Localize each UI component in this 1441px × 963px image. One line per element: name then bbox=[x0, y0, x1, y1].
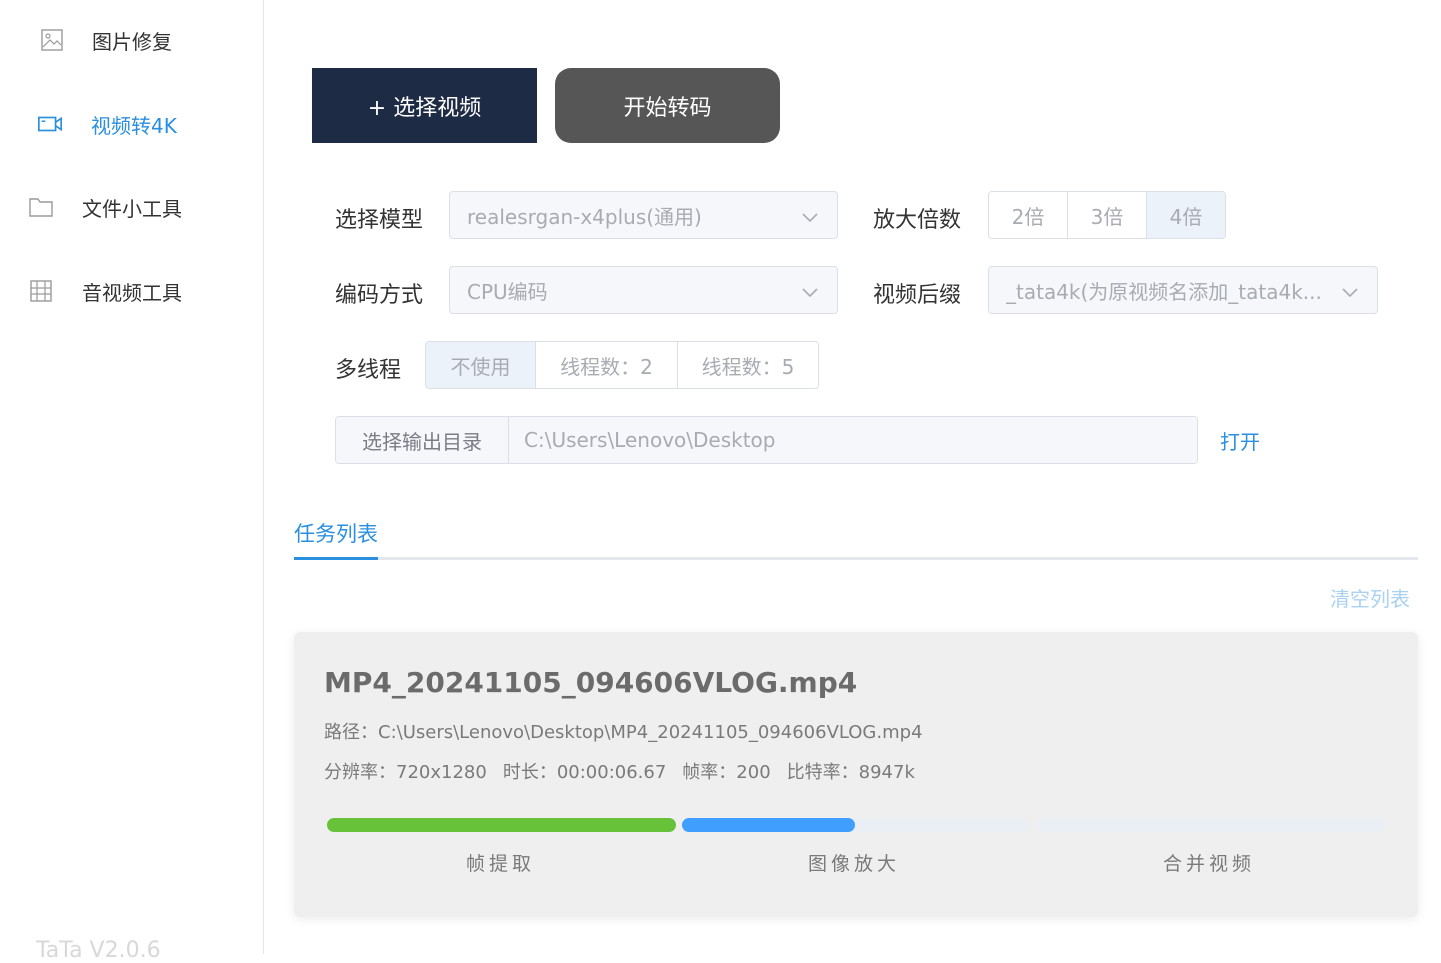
model-select[interactable]: realesrgan-x4plus(通用) bbox=[449, 191, 838, 239]
encoder-select-value: CPU编码 bbox=[467, 279, 548, 304]
model-label: 选择模型 bbox=[335, 208, 424, 233]
thread-option-5[interactable]: 线程数：5 bbox=[678, 342, 818, 388]
sidebar-item-label: 视频转4K bbox=[91, 113, 177, 138]
encoder-select[interactable]: CPU编码 bbox=[449, 266, 838, 314]
select-output-dir-button[interactable]: 选择输出目录 bbox=[336, 417, 509, 463]
progress-fill-upscale bbox=[682, 818, 855, 832]
sidebar-item-file-tools[interactable]: 文件小工具 bbox=[0, 187, 263, 227]
task-duration: 时长：00:00:06.67 bbox=[502, 762, 667, 783]
stage-label-merge: 合并视频 bbox=[1163, 853, 1256, 875]
suffix-select-value: _tata4k(为原视频名添加_tata4k... bbox=[1006, 279, 1321, 304]
progress-fill-extract bbox=[327, 818, 676, 832]
select-video-button[interactable]: + 选择视频 bbox=[312, 68, 537, 143]
task-fps: 帧率：200 bbox=[682, 762, 771, 783]
encoder-label: 编码方式 bbox=[335, 283, 424, 308]
model-select-value: realesrgan-x4plus(通用) bbox=[467, 204, 702, 229]
task-file-name: MP4_20241105_094606VLOG.mp4 bbox=[324, 666, 858, 699]
suffix-label: 视频后缀 bbox=[873, 283, 962, 308]
stage-label-extract: 帧提取 bbox=[466, 853, 536, 875]
progress-bar-extract bbox=[327, 818, 676, 832]
clear-list-link[interactable]: 清空列表 bbox=[1330, 583, 1410, 612]
sidebar-item-label: 图片修复 bbox=[92, 29, 172, 54]
task-meta: 分辨率：720x1280 时长：00:00:06.67 帧率：200 比特率：8… bbox=[324, 758, 915, 784]
task-resolution: 分辨率：720x1280 bbox=[324, 762, 487, 783]
tab-active-indicator bbox=[294, 557, 378, 560]
thread-segmented: 不使用 线程数：2 线程数：5 bbox=[425, 341, 819, 389]
scale-label: 放大倍数 bbox=[873, 208, 962, 233]
film-grid-icon bbox=[28, 278, 54, 304]
sidebar-item-video-4k[interactable]: 视频转4K bbox=[0, 104, 263, 144]
stage-label-upscale: 图像放大 bbox=[808, 853, 901, 875]
thread-label: 多线程 bbox=[335, 358, 402, 383]
image-icon bbox=[39, 27, 65, 53]
suffix-select[interactable]: _tata4k(为原视频名添加_tata4k... bbox=[988, 266, 1378, 314]
scale-option-2x[interactable]: 2倍 bbox=[989, 192, 1068, 238]
scale-segmented: 2倍 3倍 4倍 bbox=[988, 191, 1226, 239]
task-card: MP4_20241105_094606VLOG.mp4 路径：C:\Users\… bbox=[294, 632, 1418, 917]
output-dir-group: 选择输出目录 C:\Users\Lenovo\Desktop bbox=[335, 416, 1198, 464]
sidebar: 图片修复 视频转4K 文件小工具 音视频工具 TaTa V2.0.6 bbox=[0, 0, 264, 963]
video-camera-icon bbox=[37, 111, 63, 137]
scale-option-4x[interactable]: 4倍 bbox=[1147, 192, 1225, 238]
app-version: TaTa V2.0.6 bbox=[36, 938, 161, 963]
thread-option-none[interactable]: 不使用 bbox=[426, 342, 536, 388]
folder-icon bbox=[28, 194, 54, 220]
output-dir-field[interactable]: C:\Users\Lenovo\Desktop bbox=[509, 417, 1197, 463]
task-file-path: 路径：C:\Users\Lenovo\Desktop\MP4_20241105_… bbox=[324, 722, 923, 743]
tabs-divider bbox=[294, 557, 1418, 560]
chevron-down-icon bbox=[801, 207, 819, 231]
open-folder-link[interactable]: 打开 bbox=[1220, 426, 1260, 455]
sidebar-item-label: 音视频工具 bbox=[82, 280, 182, 305]
tab-task-list[interactable]: 任务列表 bbox=[294, 518, 378, 548]
start-transcode-button[interactable]: 开始转码 bbox=[555, 68, 780, 143]
scale-option-3x[interactable]: 3倍 bbox=[1068, 192, 1147, 238]
task-bitrate: 比特率：8947k bbox=[786, 762, 915, 783]
sidebar-item-label: 文件小工具 bbox=[82, 196, 182, 221]
thread-option-2[interactable]: 线程数：2 bbox=[536, 342, 678, 388]
chevron-down-icon bbox=[801, 282, 819, 306]
progress-bar-merge bbox=[1038, 818, 1385, 832]
progress-bar-upscale bbox=[682, 818, 1028, 832]
sidebar-item-image-repair[interactable]: 图片修复 bbox=[0, 20, 263, 60]
sidebar-item-av-tools[interactable]: 音视频工具 bbox=[0, 271, 263, 311]
chevron-down-icon bbox=[1341, 282, 1359, 306]
